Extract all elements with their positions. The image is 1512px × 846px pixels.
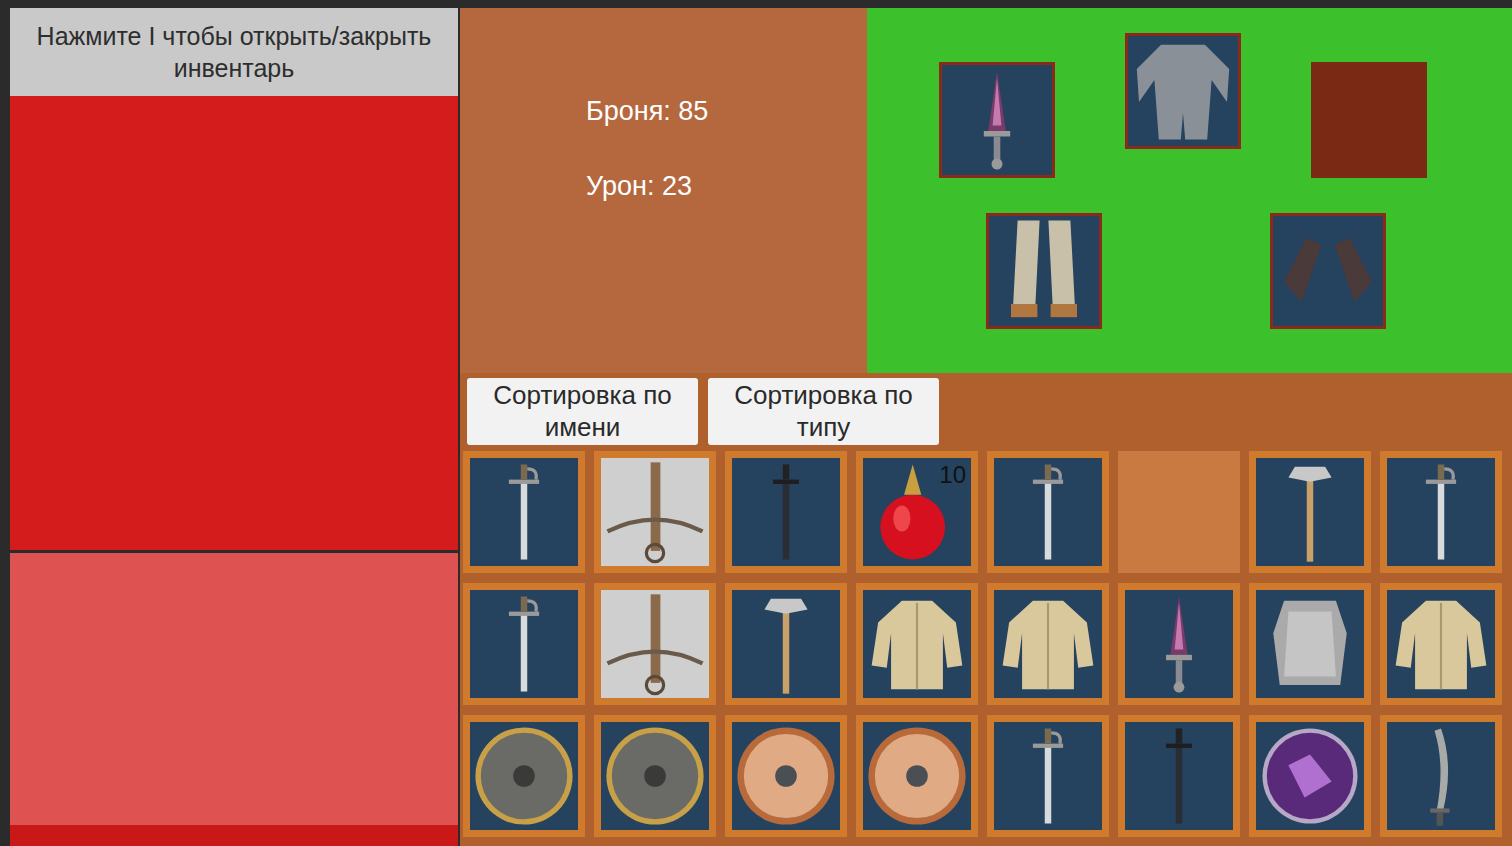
roundshield-icon: [470, 722, 578, 830]
item[interactable]: [470, 590, 578, 698]
item[interactable]: [1256, 590, 1364, 698]
item[interactable]: [732, 722, 840, 830]
item-count: 10: [939, 461, 966, 489]
inventory-slot[interactable]: 10: [856, 451, 978, 573]
sort-buttons: Сортировка по имениСортировка по типу: [463, 378, 1512, 445]
equipment-slot[interactable]: [1311, 62, 1427, 178]
item[interactable]: [1387, 458, 1495, 566]
hint-text: Нажмите I чтобы открыть/закрыть инвентар…: [34, 20, 434, 85]
inventory-slot[interactable]: [1380, 583, 1502, 705]
woodshield-icon: [863, 722, 971, 830]
woodshield-icon: [732, 722, 840, 830]
chainmail-icon: [1128, 36, 1238, 146]
orb-icon: [1256, 722, 1364, 830]
info-panel: [10, 553, 458, 825]
inventory-slot[interactable]: [594, 583, 716, 705]
item[interactable]: [732, 590, 840, 698]
stat-label: Броня: 85: [586, 96, 867, 127]
inventory-slot[interactable]: [856, 715, 978, 837]
equipment-slot[interactable]: [1270, 213, 1386, 329]
item[interactable]: [863, 722, 971, 830]
preview-panel: [10, 96, 458, 550]
right-column: Броня: 85 Урон: 23 Сортировка по имениСор…: [460, 0, 1512, 846]
crossbow-icon: [601, 458, 709, 566]
item[interactable]: [1125, 590, 1233, 698]
stats-panel: Броня: 85 Урон: 23: [460, 8, 867, 373]
inventory-slot[interactable]: [725, 715, 847, 837]
bottom-strip: [10, 825, 458, 846]
gambeson-icon: [863, 590, 971, 698]
item[interactable]: [470, 458, 578, 566]
sort-button[interactable]: Сортировка по типу: [708, 378, 939, 445]
blackblade-icon: [1125, 722, 1233, 830]
equipment-row: [867, 8, 1512, 178]
item[interactable]: [994, 722, 1102, 830]
equipment-panel: [867, 8, 1512, 373]
roundshield-icon: [601, 722, 709, 830]
equipment-row: [867, 178, 1512, 329]
crossbow-icon: [601, 590, 709, 698]
item[interactable]: [601, 590, 709, 698]
item[interactable]: [994, 590, 1102, 698]
dagger-icon: [942, 65, 1052, 175]
inventory-slot[interactable]: [1249, 715, 1371, 837]
inventory-slot[interactable]: [987, 715, 1109, 837]
equipment-slot[interactable]: [1125, 33, 1241, 149]
inventory-slot[interactable]: [725, 583, 847, 705]
sabre-icon: [1387, 722, 1495, 830]
inventory-slot[interactable]: [463, 715, 585, 837]
inventory-slot[interactable]: [987, 451, 1109, 573]
inventory-slot[interactable]: [856, 583, 978, 705]
item[interactable]: [1256, 458, 1364, 566]
item[interactable]: [1125, 722, 1233, 830]
item[interactable]: [1387, 590, 1495, 698]
item[interactable]: [470, 722, 578, 830]
item[interactable]: [732, 458, 840, 566]
inventory-screen: Нажмите I чтобы открыть/закрыть инвентар…: [0, 0, 1512, 846]
inventory-slot[interactable]: [463, 451, 585, 573]
item[interactable]: [863, 590, 971, 698]
inventory-panel: Сортировка по имениСортировка по типу 10: [460, 373, 1512, 846]
top-row: Броня: 85 Урон: 23: [460, 8, 1512, 373]
left-column: Нажмите I чтобы открыть/закрыть инвентар…: [0, 0, 460, 846]
inventory-slot[interactable]: [1249, 451, 1371, 573]
item[interactable]: [994, 458, 1102, 566]
inventory-slot[interactable]: [463, 583, 585, 705]
item[interactable]: [601, 458, 709, 566]
sort-button[interactable]: Сортировка по имени: [467, 378, 698, 445]
inventory-slot[interactable]: [725, 451, 847, 573]
inventory-slot[interactable]: [987, 583, 1109, 705]
hint-box: Нажмите I чтобы открыть/закрыть инвентар…: [10, 8, 458, 96]
cuirass-icon: [1256, 590, 1364, 698]
sword-icon: [994, 458, 1102, 566]
inventory-grid: 10: [463, 451, 1512, 837]
inventory-slot[interactable]: [1380, 715, 1502, 837]
inventory-slot[interactable]: [1249, 583, 1371, 705]
gambeson-icon: [1387, 590, 1495, 698]
inventory-slot[interactable]: [1380, 451, 1502, 573]
stat-label: Урон: 23: [586, 171, 867, 202]
axe-icon: [1256, 458, 1364, 566]
item[interactable]: [1256, 722, 1364, 830]
dagger-icon: [1125, 590, 1233, 698]
inventory-slot[interactable]: [1118, 583, 1240, 705]
gauntlets-icon: [1273, 216, 1383, 326]
blackblade-icon: [732, 458, 840, 566]
item[interactable]: [601, 722, 709, 830]
sword-icon: [994, 722, 1102, 830]
inventory-slot[interactable]: [1118, 451, 1240, 573]
inventory-slot[interactable]: [594, 715, 716, 837]
gambeson-icon: [994, 590, 1102, 698]
equipment-slot[interactable]: [986, 213, 1102, 329]
sword-icon: [470, 458, 578, 566]
inventory-slot[interactable]: [594, 451, 716, 573]
greaves-icon: [989, 216, 1099, 326]
inventory-slot[interactable]: [1118, 715, 1240, 837]
sword-icon: [1387, 458, 1495, 566]
equipment-slot[interactable]: [939, 62, 1055, 178]
item[interactable]: [1387, 722, 1495, 830]
axe-icon: [732, 590, 840, 698]
sword-icon: [470, 590, 578, 698]
